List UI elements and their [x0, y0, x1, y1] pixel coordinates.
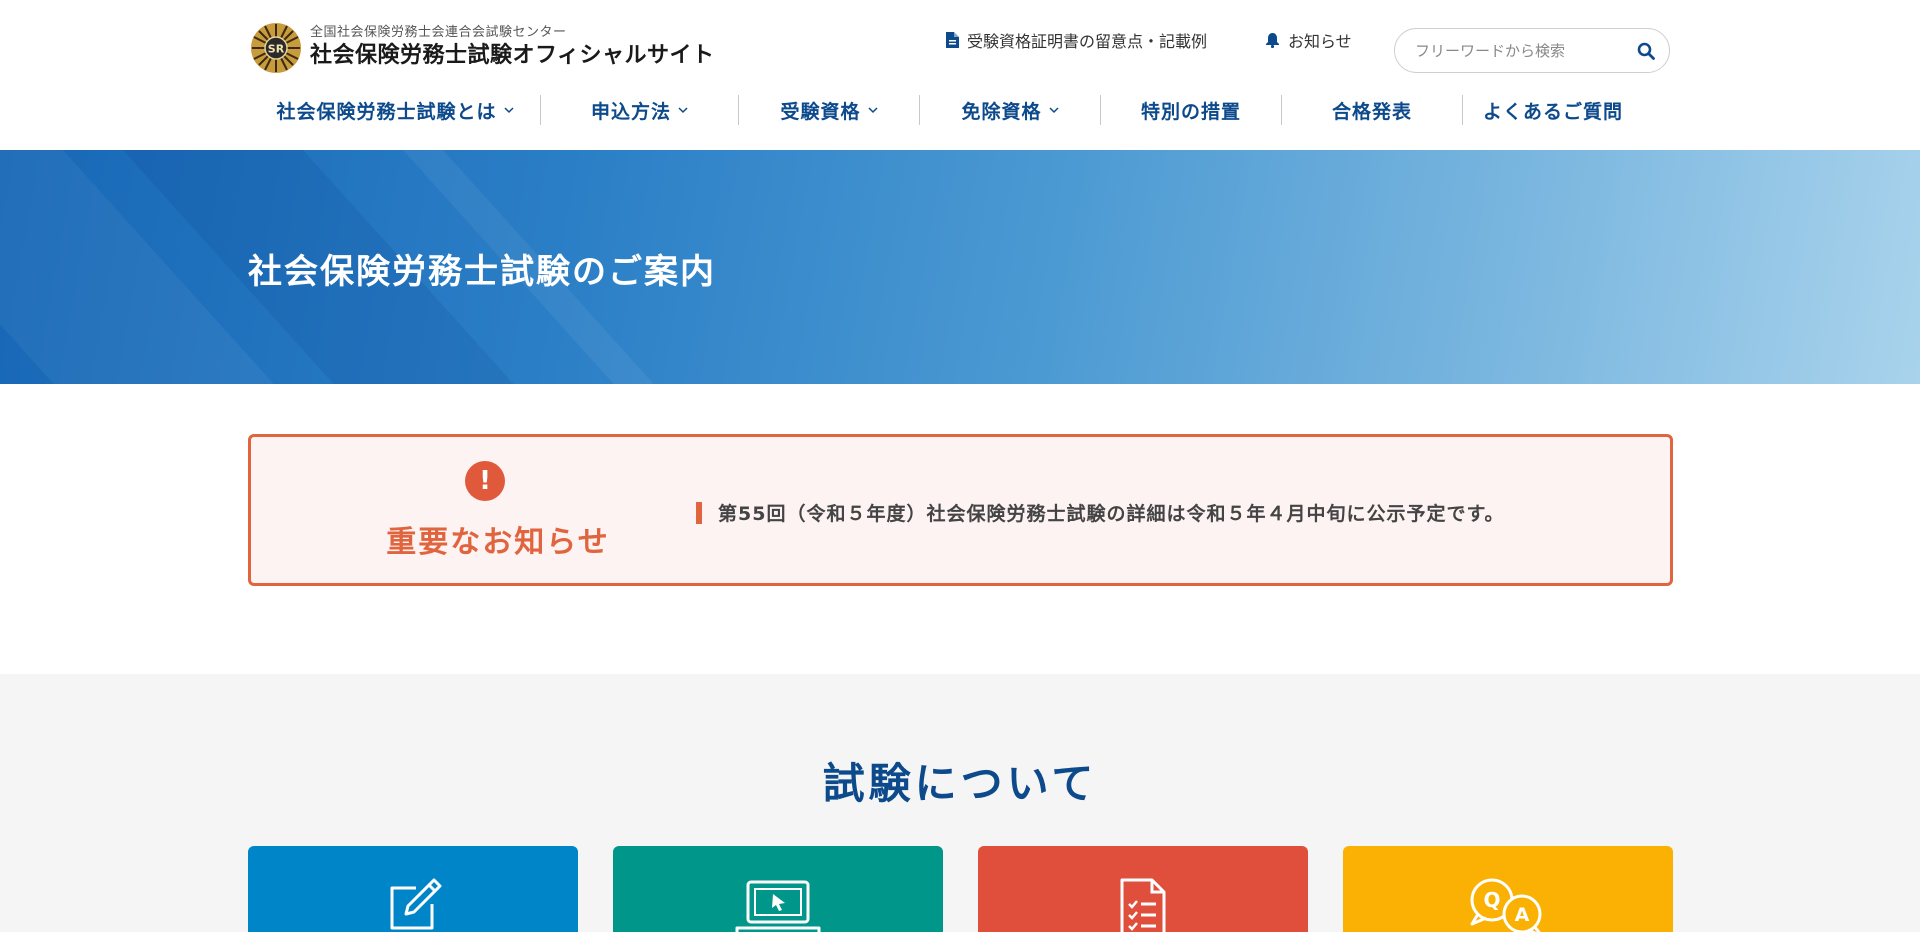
cert-guide-label: 受験資格証明書の留意点・記載例	[967, 32, 1208, 51]
logo-title: 社会保険労務士試験オフィシャルサイト	[310, 43, 715, 68]
logo-subtitle: 全国社会保険労務士会連合会試験センター	[310, 25, 567, 40]
card-online-application[interactable]	[613, 846, 943, 932]
site-logo[interactable]: SR 全国社会保険労務士会連合会試験センター 社会保険労務士試験オフィシャルサイ…	[250, 22, 715, 74]
nav-item-results[interactable]: 合格発表	[1282, 92, 1462, 128]
nav-item-label: よくあるご質問	[1482, 100, 1623, 123]
notice-heading: 重要なお知らせ	[386, 525, 610, 560]
cert-guide-link[interactable]: 受験資格証明書の留意点・記載例	[946, 28, 1207, 52]
nav-item-label: 免除資格	[961, 100, 1042, 123]
chevron-down-icon	[503, 106, 514, 114]
card-exam-overview[interactable]	[248, 846, 578, 932]
news-label: お知らせ	[1288, 32, 1352, 51]
search-box	[1394, 28, 1670, 73]
nav-item-application[interactable]: 申込方法	[541, 92, 738, 128]
global-nav: 社会保険労務士試験とは 申込方法 受験資格 免除資格 特別の措置 合格発表 よく…	[250, 92, 1670, 128]
nav-item-special-measures[interactable]: 特別の措置	[1101, 92, 1281, 128]
laptop-cursor-icon	[733, 876, 823, 932]
logo-emblem-text: SR	[268, 43, 285, 56]
notice-message-link[interactable]: 第55回（令和５年度）社会保険労務士試験の詳細は令和５年４月中旬に公示予定です。	[718, 499, 1505, 526]
logo-emblem-icon: SR	[250, 22, 302, 74]
nav-item-label: 社会保険労務士試験とは	[276, 100, 497, 123]
nav-item-label: 受験資格	[780, 100, 861, 123]
about-exam-section: 試験について Q A	[0, 674, 1920, 932]
chevron-down-icon	[867, 106, 878, 114]
notice-accent-bar	[696, 501, 702, 524]
notice-item: 第55回（令和５年度）社会保険労務士試験の詳細は令和５年４月中旬に公示予定です。	[696, 499, 1505, 526]
nav-item-label: 申込方法	[590, 100, 671, 123]
svg-text:A: A	[1515, 904, 1530, 926]
document-icon	[946, 32, 959, 48]
nav-item-eligibility[interactable]: 受験資格	[739, 92, 919, 128]
nav-item-label: 特別の措置	[1140, 100, 1241, 123]
nav-item-label: 合格発表	[1331, 100, 1412, 123]
checklist-document-icon	[1116, 876, 1170, 932]
nav-item-exemption[interactable]: 免除資格	[920, 92, 1100, 128]
chevron-down-icon	[678, 106, 688, 114]
page-title: 社会保険労務士試験のご案内	[248, 252, 716, 292]
exclamation-icon: !	[465, 461, 505, 501]
nav-item-faq[interactable]: よくあるご質問	[1463, 92, 1643, 128]
svg-text:Q: Q	[1483, 888, 1500, 912]
hero-banner: 社会保険労務士試験のご案内	[0, 150, 1920, 384]
card-faq[interactable]: Q A	[1343, 846, 1673, 932]
news-link[interactable]: お知らせ	[1265, 28, 1352, 52]
qa-bubbles-icon: Q A	[1460, 876, 1556, 932]
site-header: SR 全国社会保険労務士会連合会試験センター 社会保険労務士試験オフィシャルサイ…	[0, 0, 1920, 150]
search-icon[interactable]	[1637, 42, 1655, 60]
search-input[interactable]	[1415, 41, 1637, 60]
card-exam-requirements[interactable]	[978, 846, 1308, 932]
pencil-form-icon	[382, 876, 444, 932]
important-notice: ! 重要なお知らせ 第55回（令和５年度）社会保険労務士試験の詳細は令和５年４月…	[248, 434, 1673, 586]
bell-icon	[1265, 32, 1280, 48]
section-title: 試験について	[822, 759, 1098, 808]
chevron-down-icon	[1048, 106, 1059, 114]
nav-item-about-exam[interactable]: 社会保険労務士試験とは	[250, 92, 540, 128]
